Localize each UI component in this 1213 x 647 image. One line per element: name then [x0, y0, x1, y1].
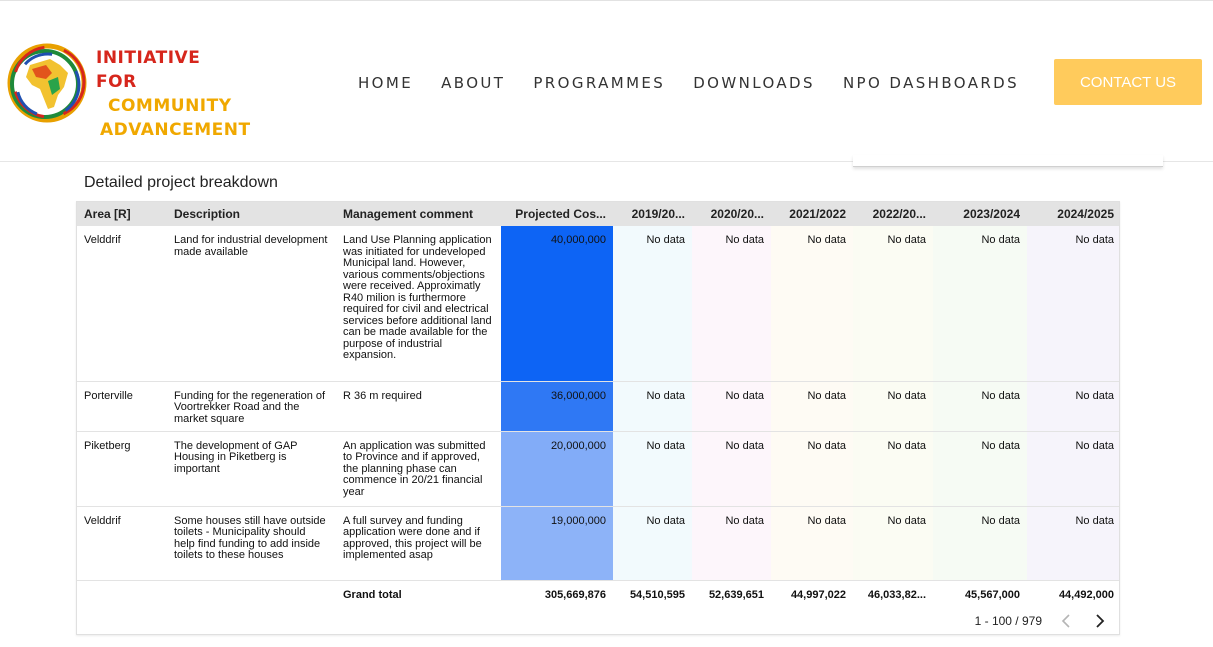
col-header-comment[interactable]: Management comment — [336, 202, 501, 226]
site-header: INITIATIVE FOR COMMUNITY ADVANCEMENT HOM… — [0, 0, 1213, 162]
table-row: Velddrif Some houses still have outside … — [77, 506, 1119, 581]
cell-year: No data — [853, 431, 933, 507]
cell-description: Land for industrial development made ava… — [167, 226, 336, 382]
cell-year: No data — [613, 506, 692, 581]
cell-comment: Land Use Planning application was initia… — [336, 226, 501, 382]
nav-about[interactable]: ABOUT — [441, 73, 505, 93]
nav-home[interactable]: HOME — [358, 73, 413, 93]
cell-comment: An application was submitted to Province… — [336, 431, 501, 507]
cell-area: Velddrif — [77, 226, 167, 382]
cell-year: No data — [613, 431, 692, 507]
pagination: 1 - 100 / 979 — [900, 608, 1118, 634]
col-header-area[interactable]: Area [R] — [77, 202, 167, 226]
logo-line-1: INITIATIVE FOR — [96, 48, 201, 92]
table-title: Detailed project breakdown — [84, 174, 278, 191]
table-row: Velddrif Land for industrial development… — [77, 226, 1119, 382]
cell-year: No data — [771, 506, 853, 581]
cell-description — [167, 580, 336, 611]
cell-year: No data — [1027, 381, 1119, 432]
africa-logo-icon — [7, 43, 87, 123]
logo-line-3: ADVANCEMENT — [100, 120, 251, 140]
cell-year: No data — [771, 381, 853, 432]
logo-line-2: COMMUNITY — [108, 96, 232, 116]
grand-total-year: 54,510,595 — [613, 580, 692, 611]
cell-area: Piketberg — [77, 431, 167, 507]
cell-year: No data — [853, 381, 933, 432]
col-header-2022[interactable]: 2022/20... — [853, 202, 933, 226]
cell-comment: A full survey and funding application we… — [336, 506, 501, 581]
grand-total-row: Grand total 305,669,876 54,510,595 52,63… — [77, 580, 1119, 611]
cell-year: No data — [1027, 506, 1119, 581]
col-header-projected[interactable]: Projected Cos... — [501, 202, 613, 226]
cell-year: No data — [771, 226, 853, 382]
dropdown-panel-edge — [853, 155, 1163, 167]
cell-year: No data — [933, 381, 1027, 432]
cell-year: No data — [692, 381, 771, 432]
cell-projected: 40,000,000 — [501, 226, 613, 382]
nav-downloads[interactable]: DOWNLOADS — [693, 73, 815, 93]
col-header-2020[interactable]: 2020/20... — [692, 202, 771, 226]
grand-total-year: 44,492,000 — [1027, 580, 1119, 611]
site-logo[interactable]: INITIATIVE FOR COMMUNITY ADVANCEMENT — [0, 41, 250, 140]
contact-us-button[interactable]: CONTACT US — [1054, 59, 1202, 105]
cell-projected: 20,000,000 — [501, 431, 613, 507]
cell-projected: 19,000,000 — [501, 506, 613, 581]
cell-area — [77, 580, 167, 611]
grand-total-year: 44,997,022 — [771, 580, 853, 611]
prev-page-icon[interactable] — [1056, 611, 1076, 631]
cell-description: Funding for the regeneration of Voortrek… — [167, 381, 336, 432]
grand-total-year: 52,639,651 — [692, 580, 771, 611]
next-page-icon[interactable] — [1090, 611, 1110, 631]
col-header-2024[interactable]: 2024/2025 — [1027, 202, 1119, 226]
cell-year: No data — [933, 506, 1027, 581]
cell-year: No data — [933, 431, 1027, 507]
cell-year: No data — [1027, 226, 1119, 382]
grand-total-projected: 305,669,876 — [501, 580, 613, 611]
col-header-2021[interactable]: 2021/2022 — [771, 202, 853, 226]
project-breakdown-table: Area [R] Description Management comment … — [77, 202, 1119, 611]
cell-year: No data — [933, 226, 1027, 382]
col-header-2023[interactable]: 2023/2024 — [933, 202, 1027, 226]
cell-year: No data — [613, 381, 692, 432]
nav-programmes[interactable]: PROGRAMMES — [533, 73, 665, 93]
cell-year: No data — [1027, 431, 1119, 507]
col-header-2019[interactable]: 2019/20... — [613, 202, 692, 226]
grand-total-year: 46,033,82... — [853, 580, 933, 611]
col-header-description[interactable]: Description — [167, 202, 336, 226]
cell-description: Some houses still have outside toilets -… — [167, 506, 336, 581]
cell-description: The development of GAP Housing in Piketb… — [167, 431, 336, 507]
cell-year: No data — [692, 226, 771, 382]
main-nav: HOME ABOUT PROGRAMMES DOWNLOADS NPO DASH… — [358, 73, 1047, 93]
table-row: Porterville Funding for the regeneration… — [77, 381, 1119, 432]
grand-total-label: Grand total — [336, 580, 501, 611]
pagination-range: 1 - 100 / 979 — [974, 614, 1042, 628]
cell-area: Porterville — [77, 381, 167, 432]
table-row: Piketberg The development of GAP Housing… — [77, 431, 1119, 507]
project-table: Area [R] Description Management comment … — [76, 201, 1120, 635]
logo-wordmark: INITIATIVE FOR COMMUNITY ADVANCEMENT — [96, 46, 251, 142]
cell-comment: R 36 m required — [336, 381, 501, 432]
cell-year: No data — [692, 431, 771, 507]
nav-npo-dashboards[interactable]: NPO DASHBOARDS — [843, 73, 1019, 93]
cell-year: No data — [853, 226, 933, 382]
cell-area: Velddrif — [77, 506, 167, 581]
cell-projected: 36,000,000 — [501, 381, 613, 432]
cell-year: No data — [613, 226, 692, 382]
cell-year: No data — [853, 506, 933, 581]
cell-year: No data — [692, 506, 771, 581]
grand-total-year: 45,567,000 — [933, 580, 1027, 611]
cell-year: No data — [771, 431, 853, 507]
table-header-row: Area [R] Description Management comment … — [77, 202, 1119, 226]
